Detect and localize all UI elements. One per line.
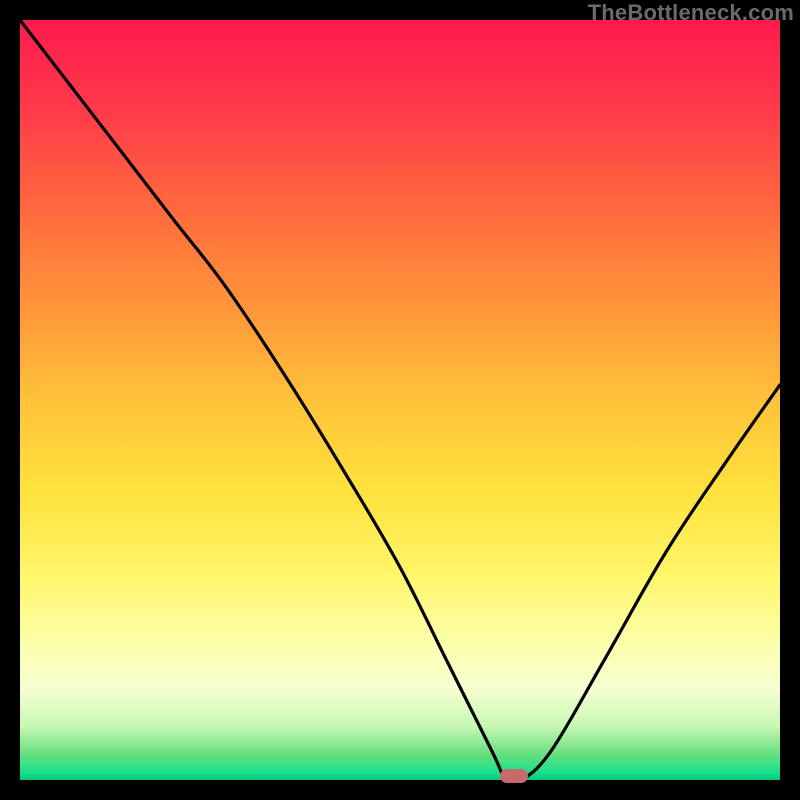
optimal-marker [500,769,528,783]
bottleneck-curve [20,20,780,780]
plot-area [20,20,780,780]
curve-path [20,20,780,780]
chart-frame: TheBottleneck.com [0,0,800,800]
